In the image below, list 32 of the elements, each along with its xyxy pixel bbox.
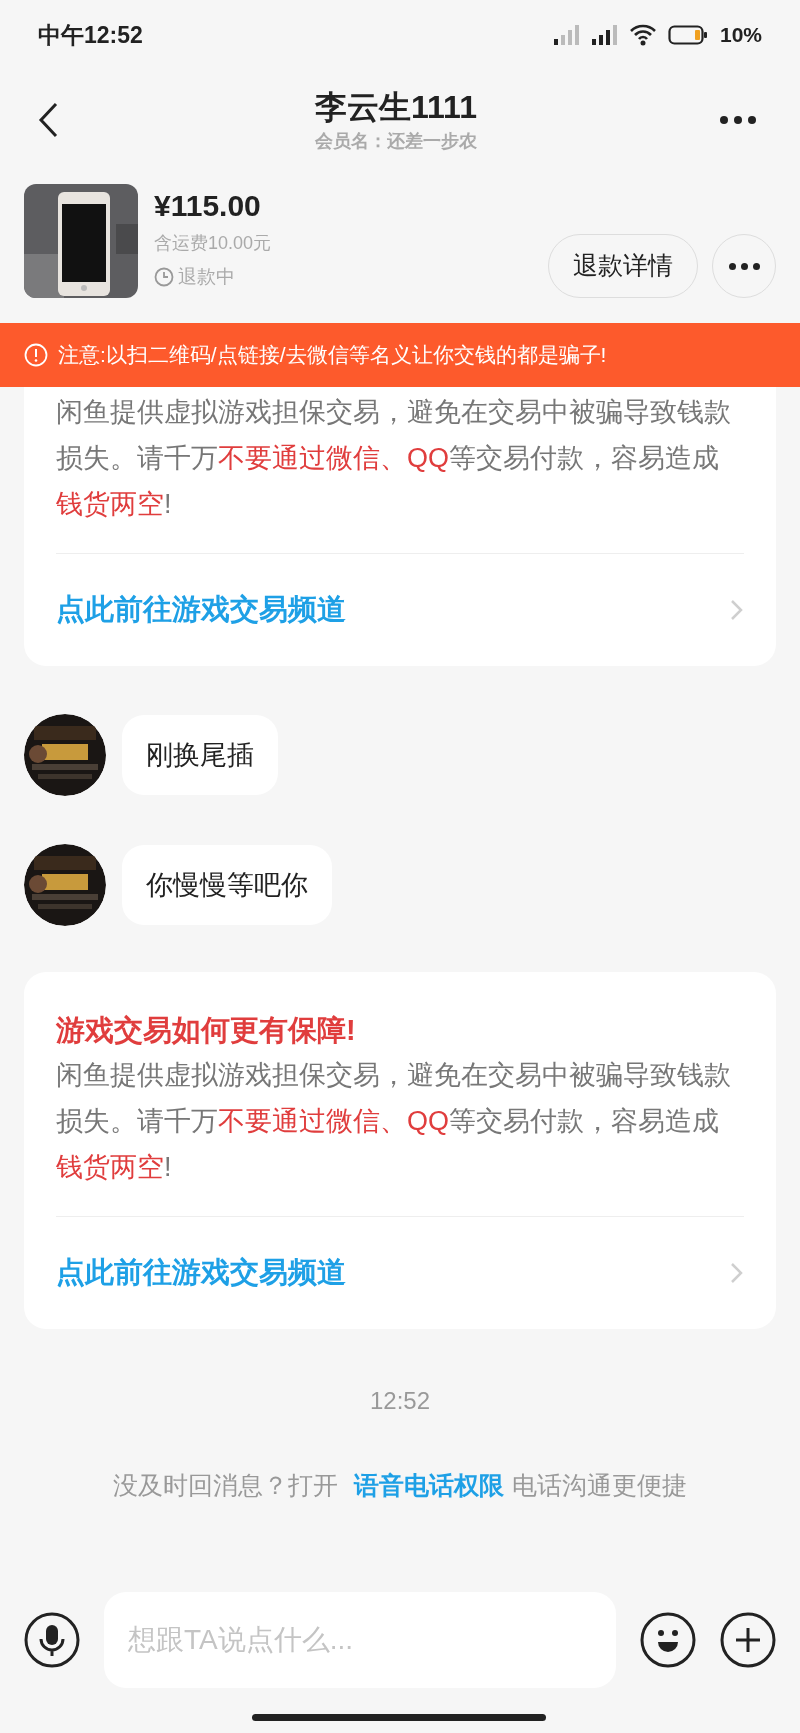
member-name: 会员名：还差一步农 xyxy=(315,129,477,153)
emoji-icon[interactable] xyxy=(640,1612,696,1668)
chevron-right-icon xyxy=(730,599,744,621)
message-bubble: 刚换尾插 xyxy=(122,715,278,795)
timestamp: 12:52 xyxy=(369,1386,431,1416)
channel-link[interactable]: 点此前往游戏交易频道 xyxy=(56,1217,744,1329)
card-body: 闲鱼提供虚拟游戏担保交易，避免在交易中被骗导致钱款损失。请千万不要通过微信、QQ等交易付款，容易造成 钱货两空! xyxy=(56,396,732,521)
price: ¥115.00 xyxy=(154,188,262,224)
card-body: 闲鱼提供虚拟游戏担保交易，避免在交易中被骗导致钱款损失。请千万不要通过微信、QQ等交易付款，容易造成 钱货两空! xyxy=(56,1059,732,1184)
chevron-right-icon xyxy=(730,1262,744,1284)
call-prompt: 没及时回消息？打开 xyxy=(113,1470,338,1501)
call-prompt: 电话沟通更便捷 xyxy=(512,1470,687,1501)
message-bubble: 你慢慢等吧你 xyxy=(122,845,332,925)
back-icon xyxy=(38,102,58,138)
battery-percent: 10% xyxy=(719,22,762,49)
shipping-note: 含运费10.00元 xyxy=(154,232,272,255)
battery-icon xyxy=(667,24,708,46)
message-input[interactable]: 想跟TA说点什么... xyxy=(104,1592,616,1688)
chat-title: 李云生1111 xyxy=(315,87,477,127)
microphone-icon[interactable] xyxy=(24,1612,80,1668)
refund-status: 退款中 xyxy=(178,265,235,289)
warning-text: 注意:以扫二维码/点链接/去微信等名义让你交钱的都是骗子! xyxy=(58,342,607,369)
add-icon[interactable] xyxy=(720,1612,776,1668)
signal-icon xyxy=(553,25,580,45)
signal-icon xyxy=(591,25,618,45)
voice-call-permission-link[interactable]: 语音电话权限 xyxy=(354,1467,504,1505)
status-time: 中午12:52 xyxy=(38,20,143,50)
card-title: 游戏交易如何更有保障! xyxy=(56,1013,357,1048)
channel-link[interactable]: 点此前往游戏交易频道 xyxy=(56,554,744,666)
clock-icon xyxy=(154,267,174,288)
alert-icon xyxy=(24,343,48,367)
wifi-icon xyxy=(629,24,656,46)
